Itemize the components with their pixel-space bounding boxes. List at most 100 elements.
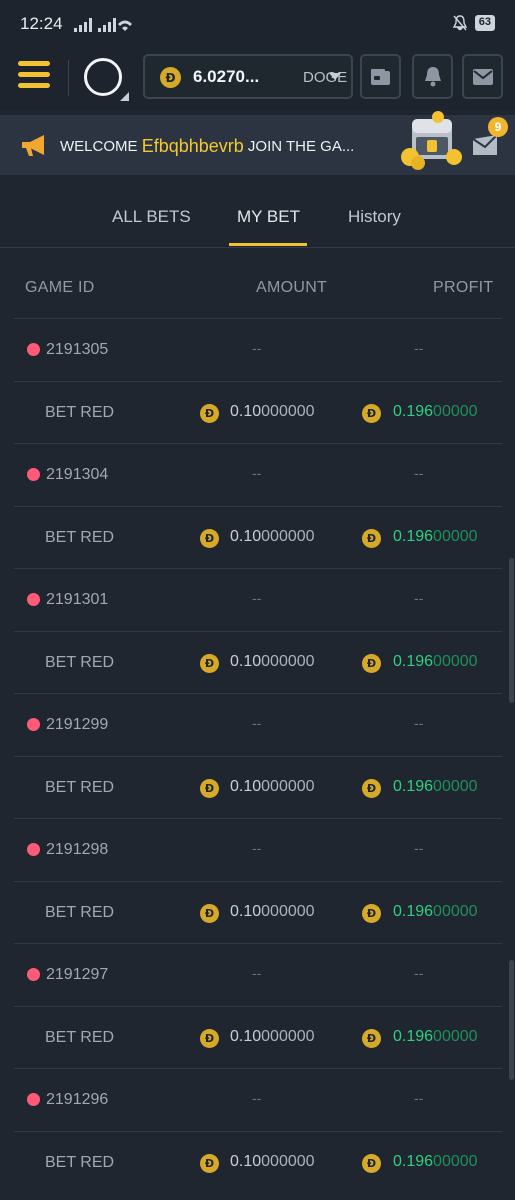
- game-id: 2191304: [46, 466, 109, 483]
- bet-profit: 0.19600000: [393, 402, 478, 420]
- doge-coin-icon: Ð: [200, 653, 219, 673]
- bet-type: BET RED: [45, 778, 115, 796]
- bet-amount: 0.10000000: [230, 777, 315, 795]
- status-dot: [27, 718, 40, 731]
- wallet-button[interactable]: [360, 54, 401, 99]
- amount-placeholder: --: [252, 965, 262, 981]
- bet-profit: 0.19600000: [393, 902, 478, 920]
- doge-coin-icon: Ð: [200, 1153, 219, 1173]
- doge-coin-icon: Ð: [362, 1028, 381, 1048]
- scrollbar[interactable]: [509, 558, 514, 703]
- bell-icon: [424, 66, 441, 86]
- tab-my-bet[interactable]: MY BET: [237, 207, 300, 227]
- game-row[interactable]: 2191305 -- --: [14, 318, 502, 381]
- column-header-game-id: GAME ID: [25, 279, 95, 296]
- status-dot: [27, 593, 40, 606]
- welcome-banner[interactable]: WELCOME Efbqbhbevrb JOIN THE GA...: [0, 111, 515, 175]
- bet-amount: 0.10000000: [230, 527, 315, 545]
- amount-placeholder: --: [252, 1090, 262, 1106]
- mail-icon: [472, 68, 493, 85]
- amount-placeholder: --: [252, 840, 262, 856]
- tab-all-bets[interactable]: ALL BETS: [112, 207, 191, 227]
- avatar[interactable]: [84, 58, 122, 96]
- game-row[interactable]: 2191301 -- --: [14, 568, 502, 631]
- amount-placeholder: --: [252, 340, 262, 356]
- bet-amount: 0.10000000: [230, 1027, 315, 1045]
- game-id: 2191299: [46, 716, 109, 733]
- profit-placeholder: --: [414, 715, 424, 731]
- bet-type: BET RED: [45, 403, 115, 421]
- wallet-icon: [370, 68, 390, 85]
- doge-coin-icon: Ð: [200, 528, 219, 548]
- bet-row: BET RED Ð 0.10000000 Ð 0.19600000: [14, 880, 502, 944]
- bet-type: BET RED: [45, 903, 115, 921]
- doge-coin-icon: Ð: [362, 1153, 381, 1173]
- doge-coin-icon: Ð: [200, 1028, 219, 1048]
- bet-type: BET RED: [45, 528, 115, 546]
- bet-amount: 0.10000000: [230, 652, 315, 670]
- bet-row: BET RED Ð 0.10000000 Ð 0.19600000: [14, 380, 502, 444]
- battery-icon: 63: [474, 15, 495, 31]
- profit-placeholder: --: [414, 590, 424, 606]
- status-dot: [27, 968, 40, 981]
- menu-icon[interactable]: [18, 61, 50, 91]
- bet-type: BET RED: [45, 653, 115, 671]
- bet-type: BET RED: [45, 1028, 115, 1046]
- doge-coin-icon: Ð: [362, 653, 381, 673]
- game-id: 2191297: [46, 966, 109, 983]
- avatar-corner-icon: [120, 92, 129, 101]
- game-id: 2191305: [46, 341, 109, 358]
- doge-coin-icon: Ð: [200, 778, 219, 798]
- treasure-chest-icon[interactable]: [398, 105, 466, 171]
- balance-value: 6.0270...: [193, 67, 260, 86]
- bell-muted-icon: [452, 15, 467, 31]
- scrollbar-secondary[interactable]: [509, 960, 514, 1080]
- bet-amount: 0.10000000: [230, 402, 315, 420]
- status-bar: 12:24 63: [0, 0, 515, 50]
- game-row[interactable]: 2191296 -- --: [14, 1068, 502, 1131]
- notification-badge: 9: [488, 117, 508, 137]
- status-time: 12:24: [20, 14, 63, 33]
- bet-row: BET RED Ð 0.10000000 Ð 0.19600000: [14, 630, 502, 694]
- notifications-button[interactable]: [412, 54, 453, 99]
- bet-amount: 0.10000000: [230, 902, 315, 920]
- bet-row: BET RED Ð 0.10000000 Ð 0.19600000: [14, 505, 502, 569]
- balance-selector[interactable]: Ð 6.0270... DOGE: [143, 54, 353, 99]
- bets-list: 2191305 -- -- BET RED Ð 0.10000000 Ð 0.19600000…: [14, 318, 502, 1193]
- amount-placeholder: --: [252, 465, 262, 481]
- doge-coin-icon: Ð: [362, 403, 381, 423]
- bet-tabs: ALL BETS MY BET History: [0, 195, 515, 248]
- profit-placeholder: --: [414, 465, 424, 481]
- bet-amount: 0.10000000: [230, 1152, 315, 1170]
- bet-profit: 0.19600000: [393, 1027, 478, 1045]
- status-dot: [27, 468, 40, 481]
- doge-coin-icon: Ð: [160, 67, 181, 88]
- status-dot: [27, 843, 40, 856]
- amount-placeholder: --: [252, 590, 262, 606]
- game-row[interactable]: 2191304 -- --: [14, 443, 502, 506]
- game-row[interactable]: 2191297 -- --: [14, 943, 502, 1006]
- bet-profit: 0.19600000: [393, 527, 478, 545]
- profit-placeholder: --: [414, 840, 424, 856]
- messages-button[interactable]: [462, 54, 503, 99]
- bet-profit: 0.19600000: [393, 1152, 478, 1170]
- game-id: 2191298: [46, 841, 109, 858]
- tab-history[interactable]: History: [348, 207, 401, 227]
- bet-type: BET RED: [45, 1153, 115, 1171]
- game-row[interactable]: 2191299 -- --: [14, 693, 502, 756]
- inbox-icon[interactable]: [471, 133, 499, 159]
- doge-coin-icon: Ð: [362, 528, 381, 548]
- status-dot: [27, 1093, 40, 1106]
- megaphone-icon: [22, 135, 44, 156]
- profit-placeholder: --: [414, 965, 424, 981]
- doge-coin-icon: Ð: [200, 403, 219, 423]
- amount-placeholder: --: [252, 715, 262, 731]
- username: Efbqbhbevrb: [141, 136, 244, 156]
- doge-coin-icon: Ð: [200, 903, 219, 923]
- signal-icon: [74, 18, 132, 32]
- column-header-profit: PROFIT: [433, 279, 494, 296]
- header-divider: [68, 60, 69, 96]
- game-row[interactable]: 2191298 -- --: [14, 818, 502, 881]
- app-header: Ð 6.0270... DOGE: [0, 50, 515, 110]
- bet-row: BET RED Ð 0.10000000 Ð 0.19600000: [14, 1130, 502, 1194]
